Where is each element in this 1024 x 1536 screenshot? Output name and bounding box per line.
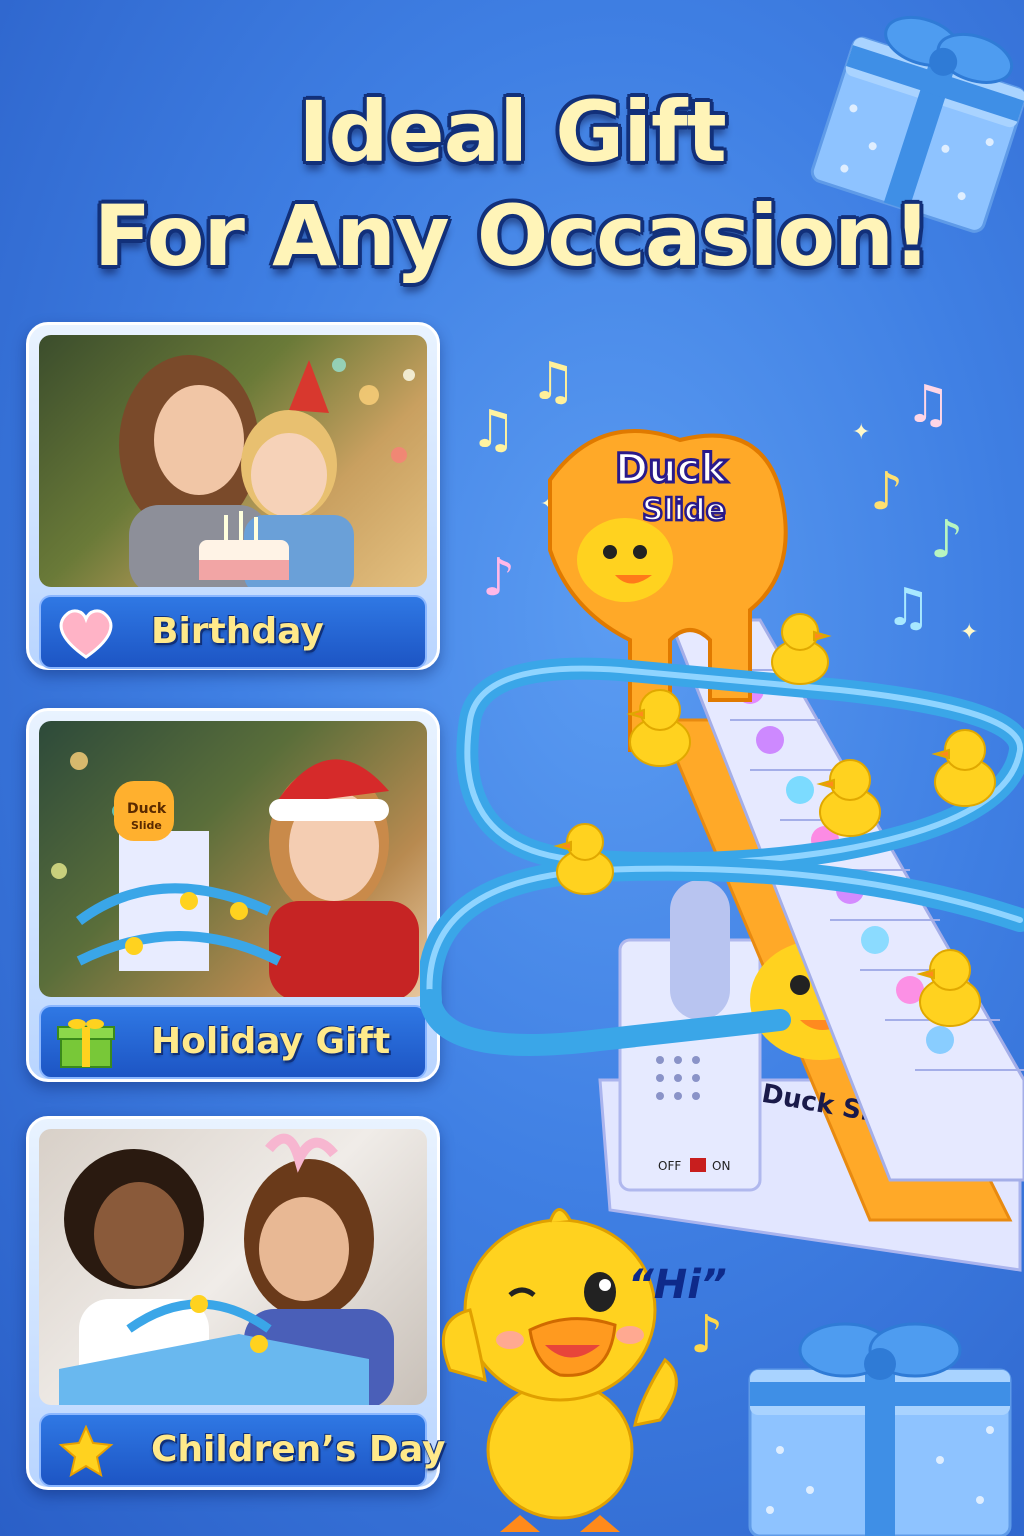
gift-icon bbox=[57, 1019, 115, 1068]
holiday-label-bar: Holiday Gift bbox=[39, 1005, 427, 1079]
headline: Ideal Gift For Any Occasion! bbox=[0, 80, 1024, 288]
mini-sign-line-1: Duck bbox=[127, 801, 167, 817]
mini-sign-line-2: Slide bbox=[131, 819, 162, 832]
birthday-label-bar: Birthday bbox=[39, 595, 427, 669]
birthday-photo bbox=[39, 335, 427, 587]
holiday-label: Holiday Gift bbox=[151, 1021, 391, 1062]
holiday-photo: Duck Slide bbox=[39, 721, 427, 997]
switch-off-label: OFF bbox=[658, 1159, 681, 1173]
childrens-day-photo bbox=[39, 1129, 427, 1405]
sign-line-1: Duck bbox=[615, 446, 728, 492]
power-switch bbox=[690, 1158, 706, 1172]
occasion-card-birthday: Birthday bbox=[26, 322, 440, 670]
headline-line-2: For Any Occasion! bbox=[93, 187, 931, 285]
occasion-card-childrens-day: Children’s Day bbox=[26, 1116, 445, 1490]
heart-icon bbox=[59, 609, 113, 659]
duck-slide-toy: Duck Slide OFF ON Duck Slide bbox=[420, 429, 1024, 1272]
headline-line-1: Ideal Gift bbox=[298, 83, 727, 181]
birthday-scene bbox=[119, 355, 415, 587]
music-note-icon: ♪ bbox=[690, 1305, 724, 1365]
star-icon bbox=[58, 1425, 114, 1477]
childrens-day-label: Children’s Day bbox=[151, 1429, 446, 1470]
switch-on-label: ON bbox=[712, 1159, 730, 1173]
childrens-day-label-bar: Children’s Day bbox=[39, 1413, 445, 1487]
occasion-card-holiday: Duck Slide Holiday Gift bbox=[26, 708, 440, 1082]
sign-line-2: Slide bbox=[642, 493, 726, 528]
childrens-day-scene bbox=[59, 1133, 394, 1405]
birthday-label: Birthday bbox=[151, 611, 324, 652]
holiday-scene: Duck Slide bbox=[51, 752, 419, 997]
gift-box-bottom-right bbox=[748, 1322, 1012, 1536]
music-note-icon: ♫ bbox=[530, 352, 577, 412]
duck-mascot bbox=[441, 1208, 678, 1532]
mascot-speech: “Hi” bbox=[628, 1262, 727, 1308]
